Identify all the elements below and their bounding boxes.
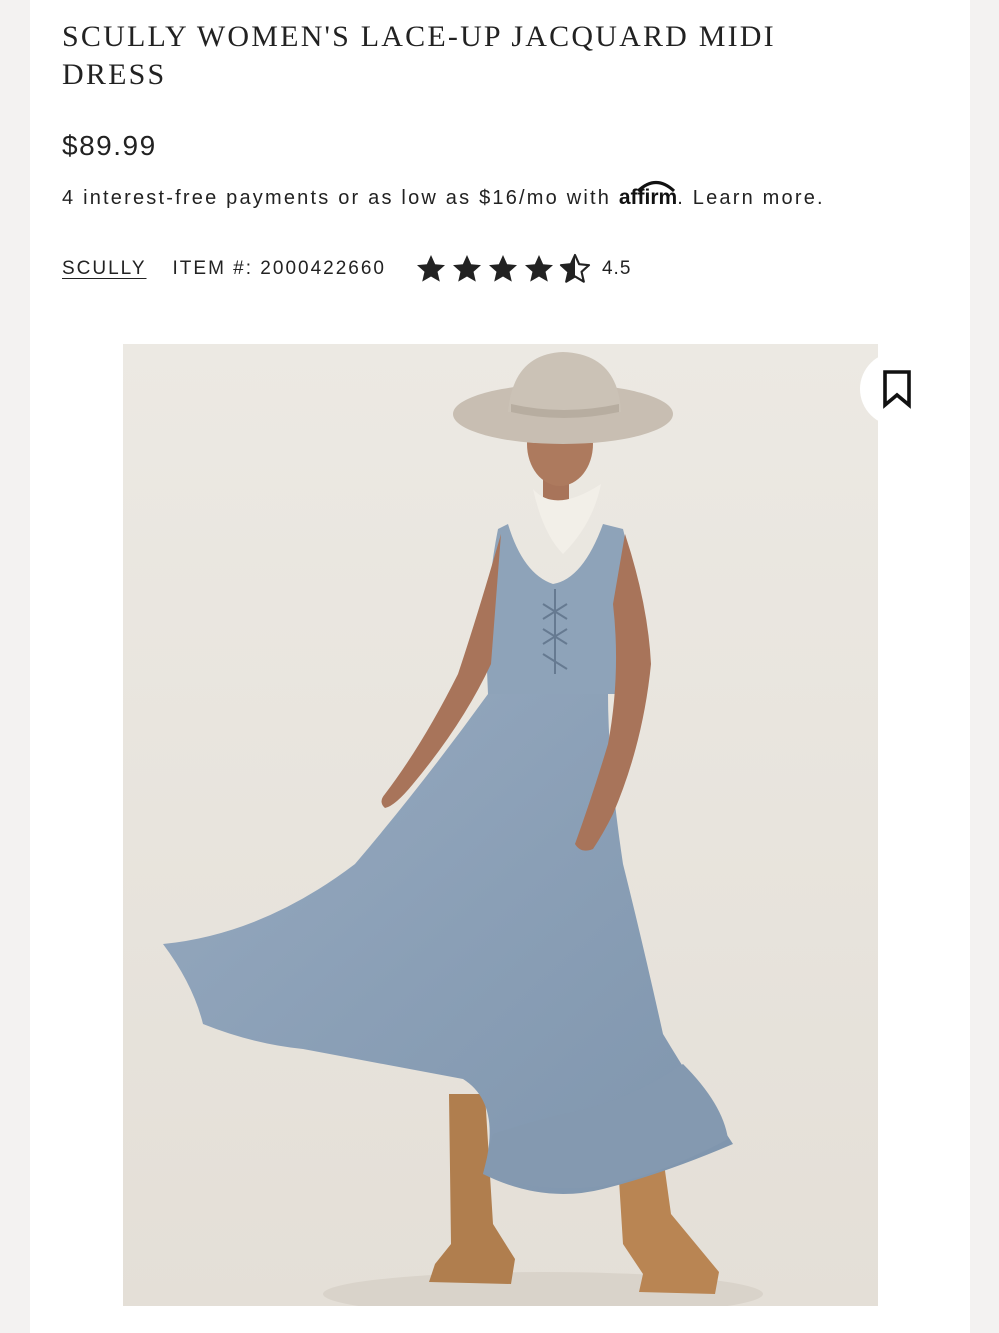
brand-link[interactable]: SCULLY <box>62 258 147 280</box>
financing-text: 4 interest-free payments or as low as $1… <box>62 187 612 209</box>
item-number: ITEM #: 2000422660 <box>172 258 386 279</box>
learn-more-link[interactable]: . Learn more. <box>677 187 825 209</box>
product-title: SCULLY WOMEN'S LACE-UP JACQUARD MIDI DRE… <box>62 20 776 91</box>
save-bookmark-button[interactable] <box>860 352 934 426</box>
product-price: $89.99 <box>62 130 157 161</box>
product-photo-illustration <box>123 344 878 1306</box>
star-icon <box>416 255 445 282</box>
product-image[interactable] <box>123 344 878 1306</box>
affirm-logo: affirm <box>619 181 677 210</box>
rating-value: 4.5 <box>601 258 632 279</box>
star-icon <box>452 255 481 282</box>
bookmark-icon <box>883 370 911 409</box>
star-icon <box>524 255 553 282</box>
financing-message: 4 interest-free payments or as low as $1… <box>62 181 825 210</box>
product-page: SCULLY WOMEN'S LACE-UP JACQUARD MIDI DRE… <box>30 0 970 1333</box>
product-meta: SCULLY ITEM #: 2000422660 4.5 <box>62 252 631 286</box>
rating-stars[interactable]: 4.5 <box>414 253 631 285</box>
half-star-icon <box>559 253 591 283</box>
star-icon <box>488 255 517 282</box>
affirm-arc-icon <box>636 181 675 192</box>
